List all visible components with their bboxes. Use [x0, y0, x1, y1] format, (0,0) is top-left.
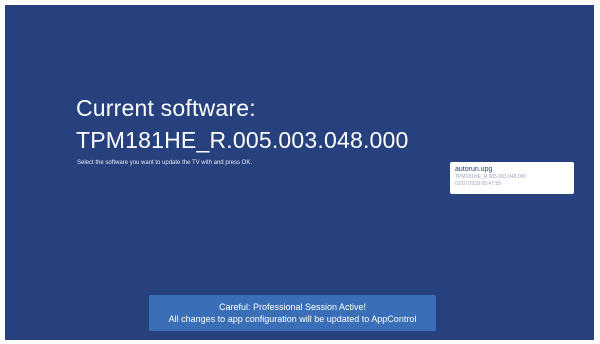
professional-session-banner: Careful: Professional Session Active! Al… — [149, 295, 436, 331]
file-name: autorun.upg — [455, 166, 493, 173]
current-software-heading: Current software: — [76, 95, 256, 121]
current-software-version: TPM181HE_R.005.003.048.000 — [76, 127, 409, 153]
update-instruction: Select the software you want to update t… — [77, 160, 252, 166]
file-version: TPM181HE_R.005.003.048.000 — [455, 174, 527, 180]
banner-message: All changes to app configuration will be… — [168, 314, 417, 324]
file-date: 02/07/2019 05:47:59 — [455, 181, 501, 187]
banner-warning: Careful: Professional Session Active! — [218, 302, 367, 312]
tv-software-update-screen: Current software: TPM181HE_R.005.003.048… — [5, 5, 594, 340]
software-file-item[interactable]: autorun.upg TPM181HE_R.005.003.048.000 0… — [450, 162, 574, 194]
